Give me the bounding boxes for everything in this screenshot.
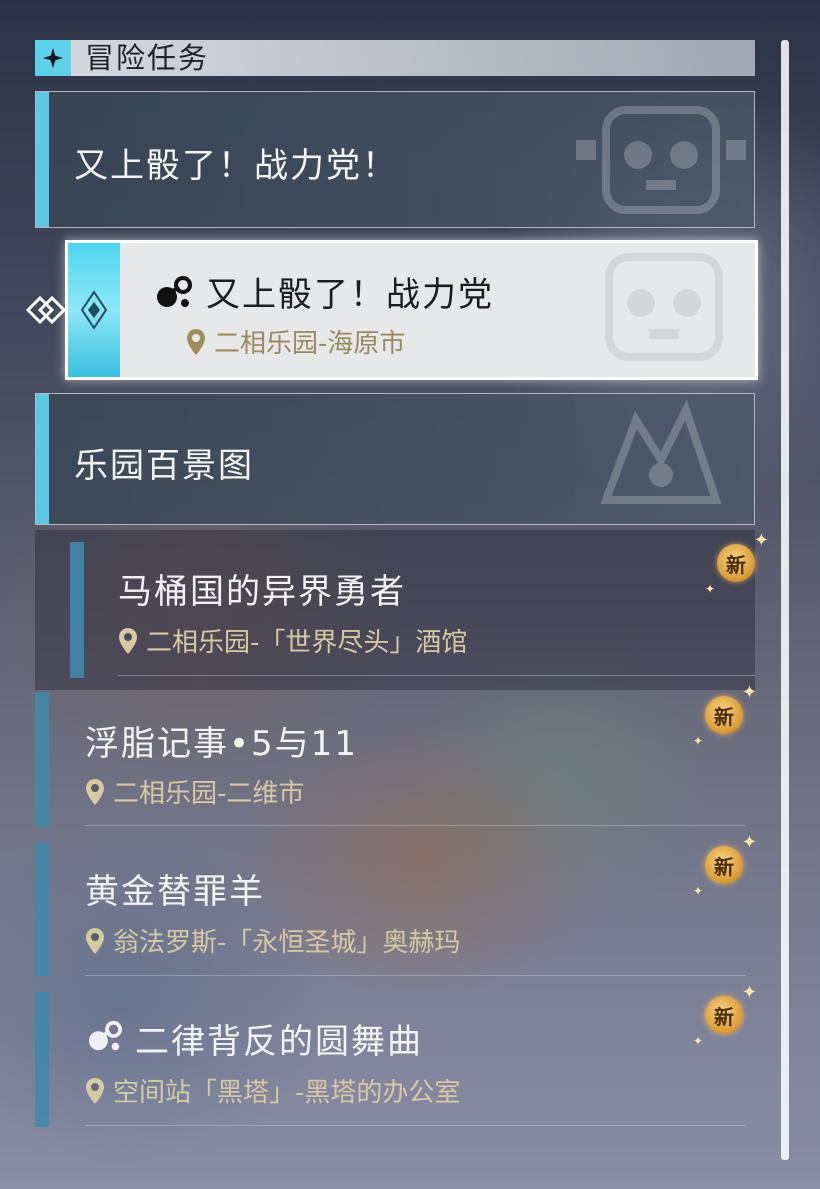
quest-location: 空间站「黑塔」-黑塔的办公室	[85, 1072, 460, 1109]
quest-location: 翁法罗斯-「永恒圣城」奥赫玛	[85, 922, 460, 959]
quest-title: 又上骰了！战力党	[206, 275, 494, 315]
sparkle-icon: ✦	[741, 982, 757, 1003]
sparkle-icon: ✦	[705, 582, 716, 596]
selection-pointer-icon	[25, 295, 66, 325]
sparkle-icon: ✦	[741, 832, 757, 853]
sparkle-icon: ✦	[693, 734, 704, 748]
location-pin-icon	[86, 1077, 104, 1104]
new-badge-text: 新	[717, 544, 755, 582]
category-header[interactable]: 又上骰了！战力党！	[35, 91, 755, 228]
sparkle-icon: ✦	[753, 530, 769, 551]
quest-location-text: 二相乐园-海原市	[214, 329, 406, 359]
section-header: 冒险任务	[35, 40, 755, 76]
quest-location-text: 翁法罗斯-「永恒圣城」奥赫玛	[113, 928, 461, 958]
location-pin-icon	[119, 627, 137, 654]
quest-accent	[35, 992, 49, 1127]
quest-accent	[35, 842, 49, 976]
divider	[85, 975, 745, 976]
quest-type-icon	[88, 1020, 123, 1051]
divider	[85, 1125, 745, 1126]
quest-location-text: 二相乐园-二维市	[113, 779, 305, 809]
sparkle-icon: ✦	[741, 682, 757, 703]
category-accent	[36, 394, 49, 524]
category-title: 乐园百景图	[74, 446, 254, 486]
quest-item[interactable]: 马桶国的异界勇者 二相乐园-「世界尽头」酒馆 新 ✦ ✦	[35, 530, 769, 690]
panda-emblem-icon	[605, 253, 723, 361]
new-badge: 新 ✦ ✦	[705, 530, 769, 596]
quest-accent	[70, 542, 84, 678]
monster-emblem-icon	[600, 400, 722, 504]
quest-location-text: 二相乐园-「世界尽头」酒馆	[146, 628, 468, 658]
sparkle-icon: ✦	[693, 1034, 704, 1048]
quest-item[interactable]: 黄金替罪羊 翁法罗斯-「永恒圣城」奥赫玛 新 ✦ ✦	[35, 832, 757, 976]
location-pin-icon	[86, 778, 104, 805]
quest-location: 二相乐园-二维市	[85, 773, 304, 810]
new-badge: 新 ✦ ✦	[693, 832, 757, 898]
quest-title: 黄金替罪羊	[85, 872, 265, 912]
quest-item[interactable]: 浮脂记事•5与11 二相乐园-二维市 新 ✦ ✦	[35, 682, 757, 827]
scrollbar[interactable]	[781, 40, 789, 1160]
new-badge: 新 ✦ ✦	[693, 682, 757, 748]
category-header[interactable]: 乐园百景图	[35, 393, 755, 525]
category-accent	[36, 92, 49, 227]
divider	[118, 675, 755, 676]
panda-emblem-icon	[576, 106, 746, 214]
new-badge-text: 新	[705, 996, 743, 1034]
four-point-star-icon	[35, 40, 71, 76]
sparkle-icon: ✦	[693, 884, 704, 898]
section-title: 冒险任务	[85, 41, 210, 75]
quest-accent	[35, 692, 49, 827]
category-title: 又上骰了！战力党！	[74, 146, 398, 186]
quest-title: 马桶国的异界勇者	[118, 572, 406, 612]
quest-location: 二相乐园-「世界尽头」酒馆	[118, 622, 467, 659]
quest-item[interactable]: 二律背反的圆舞曲 空间站「黑塔」-黑塔的办公室 新 ✦ ✦	[35, 982, 757, 1127]
quest-title: 浮脂记事•5与11	[85, 724, 358, 764]
new-badge-text: 新	[705, 846, 743, 884]
quest-title: 二律背反的圆舞曲	[135, 1022, 423, 1062]
new-badge: 新 ✦ ✦	[693, 982, 757, 1048]
quest-location-text: 空间站「黑塔」-黑塔的办公室	[113, 1078, 461, 1108]
quest-item-selected[interactable]: 又上骰了！战力党 二相乐园-海原市	[65, 240, 758, 380]
new-badge-text: 新	[705, 696, 743, 734]
quest-location: 二相乐园-海原市	[186, 323, 405, 360]
diamond-gem-icon	[68, 243, 120, 377]
location-pin-icon	[187, 328, 205, 355]
divider	[85, 825, 745, 826]
quest-type-icon	[157, 276, 192, 307]
location-pin-icon	[86, 927, 104, 954]
